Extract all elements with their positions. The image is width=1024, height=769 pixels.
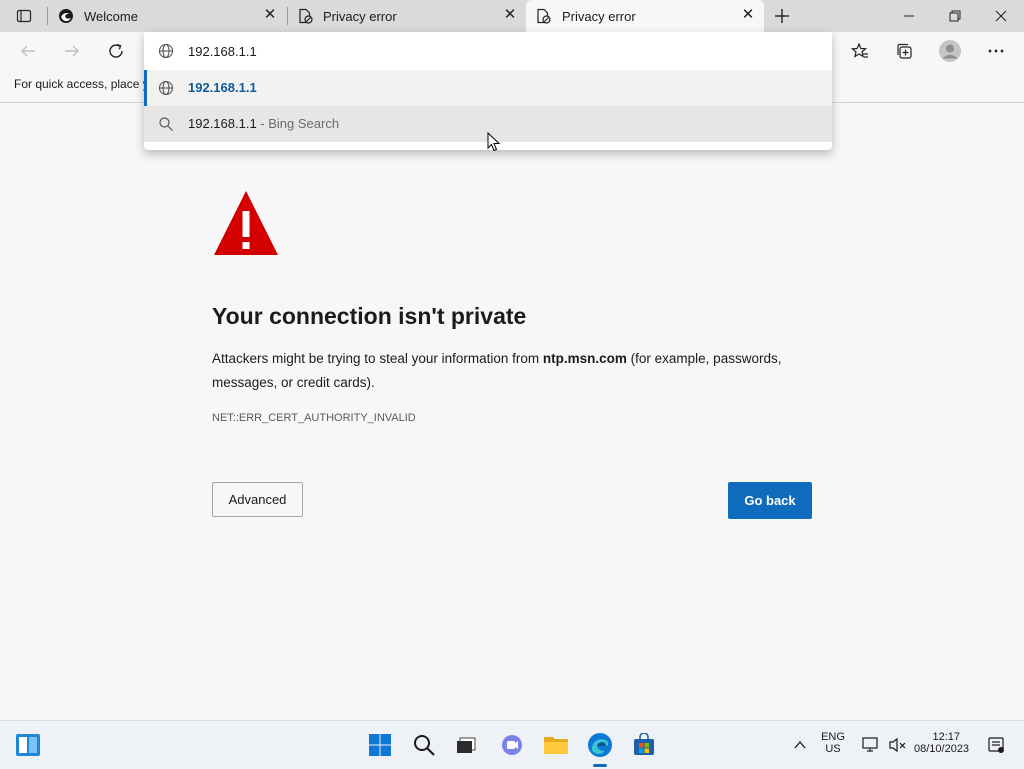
error-page: Your connection isn't private Attackers … [0, 103, 1024, 720]
more-options-icon[interactable] [986, 41, 1006, 61]
keyboard-layout: US [825, 743, 841, 755]
address-input[interactable]: 192.168.1.1 [188, 44, 257, 59]
desc-text: Attackers might be trying to steal your … [212, 351, 543, 366]
error-domain: ntp.msn.com [542, 351, 627, 366]
tab-privacy-error[interactable]: Privacy error ✕ [288, 0, 524, 32]
file-explorer-icon[interactable] [540, 729, 572, 761]
suggestion-suffix: - Bing Search [256, 116, 340, 131]
chevron-up-icon[interactable] [784, 729, 816, 761]
notification-icon[interactable] [980, 729, 1012, 761]
tab-actions-icon[interactable] [14, 6, 34, 26]
language-indicator[interactable]: ENG US [816, 731, 850, 755]
tab-title: Privacy error [323, 9, 397, 24]
restore-button[interactable] [932, 0, 978, 32]
error-code: NET::ERR_CERT_AUTHORITY_INVALID [212, 412, 416, 424]
profile-avatar-icon[interactable] [938, 39, 962, 63]
tab-title: Privacy error [562, 9, 636, 24]
globe-icon [158, 43, 174, 64]
language-code: ENG [821, 731, 845, 743]
tab-title: Welcome [84, 9, 138, 24]
advanced-button[interactable]: Advanced [212, 482, 303, 517]
close-tab-icon[interactable]: ✕ [741, 7, 755, 22]
selection-indicator [144, 70, 147, 106]
error-description: Attackers might be trying to steal your … [212, 347, 822, 395]
mouse-cursor-icon [487, 131, 501, 157]
taskbar: ENG US 12:17 08/10/2023 [0, 720, 1024, 769]
suggestion-text: 192.168.1.1 - Bing Search [188, 116, 339, 131]
edge-icon [58, 8, 74, 27]
globe-icon [158, 80, 174, 96]
teams-chat-icon[interactable] [496, 729, 528, 761]
clock-date: 08/10/2023 [914, 743, 970, 755]
suggestion-text: 192.168.1.1 [188, 80, 257, 95]
clock[interactable]: 12:17 08/10/2023 [914, 731, 970, 755]
tab-welcome[interactable]: Welcome ✕ [48, 0, 286, 32]
close-tab-icon[interactable]: ✕ [263, 7, 277, 22]
start-icon[interactable] [364, 729, 396, 761]
address-bar[interactable]: 192.168.1.1 [144, 32, 832, 70]
back-icon[interactable] [18, 41, 38, 61]
task-view-icon[interactable] [450, 729, 482, 761]
suggestion-query: 192.168.1.1 [188, 116, 257, 131]
go-back-button[interactable]: Go back [728, 482, 812, 519]
favorites-icon[interactable] [850, 41, 870, 61]
active-app-indicator [593, 764, 607, 767]
clock-time: 12:17 [932, 731, 960, 743]
broken-page-icon [535, 8, 551, 27]
search-taskbar-icon[interactable] [408, 729, 440, 761]
favorites-bar-hint: For quick access, place y [14, 77, 149, 91]
broken-page-icon [297, 8, 313, 27]
new-tab-icon[interactable] [772, 6, 792, 26]
page-title: Your connection isn't private [212, 303, 527, 329]
tab-bar: Welcome ✕ Privacy error ✕ Privacy error … [0, 0, 1024, 32]
collections-icon[interactable] [894, 41, 914, 61]
store-icon[interactable] [628, 729, 660, 761]
forward-icon[interactable] [62, 41, 82, 61]
close-window-button[interactable] [978, 0, 1024, 32]
tab-privacy-error-active[interactable]: Privacy error ✕ [526, 0, 764, 32]
edge-taskbar-icon[interactable] [584, 729, 616, 761]
refresh-icon[interactable] [106, 41, 126, 61]
volume-muted-icon[interactable] [882, 729, 914, 761]
search-icon [158, 116, 174, 132]
minimize-button[interactable] [886, 0, 932, 32]
warning-triangle-icon [212, 189, 280, 262]
widgets-icon[interactable] [12, 729, 44, 761]
suggestion-item-url[interactable]: 192.168.1.1 [144, 70, 832, 106]
close-tab-icon[interactable]: ✕ [503, 7, 517, 22]
